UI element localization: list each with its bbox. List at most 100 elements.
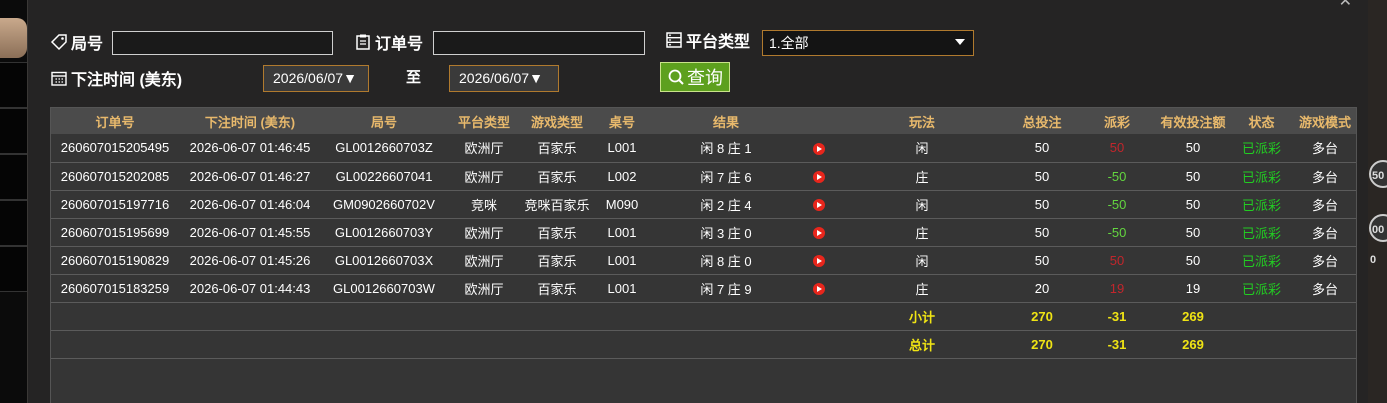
platform-cell: 欧洲厅: [464, 141, 504, 157]
total-payout: -31: [1107, 336, 1127, 352]
clipboard-icon: [356, 34, 370, 50]
bet-cell: 20: [1034, 280, 1050, 296]
game-mode-cell: 多台: [1311, 253, 1338, 269]
round-input[interactable]: [112, 31, 333, 55]
round-cell: GM0902660702V: [333, 196, 435, 212]
table-no-cell: L001: [607, 252, 637, 268]
platform-cell: 竞咪: [470, 197, 497, 213]
status-cell: 已派彩: [1241, 253, 1281, 269]
order-cell: 260607015205495: [60, 140, 170, 156]
background-tab: [0, 154, 27, 200]
play-cell: 闲: [915, 141, 929, 157]
result-cell: 闲 8 庄 0: [700, 253, 752, 269]
platform-cell: 欧洲厅: [464, 225, 504, 241]
replay-cell: [801, 218, 837, 246]
bet-records-table: 订单号 下注时间 (美东) 局号 平台类型 游戏类型 桌号 结果 玩法 总投注 …: [50, 107, 1357, 403]
payout-cell: 50: [1109, 252, 1125, 268]
game-mode-cell: 多台: [1311, 225, 1338, 241]
table-no-cell: L001: [607, 280, 637, 296]
valid-bet-cell: 50: [1185, 140, 1201, 156]
round-label-text: 局号: [71, 36, 104, 53]
subtotal-row: 小计 270 -31 269: [51, 302, 1356, 330]
platform-cell: 欧洲厅: [464, 253, 504, 269]
subtotal-bet: 270: [1031, 308, 1053, 324]
status-cell: 已派彩: [1241, 141, 1281, 157]
play-icon[interactable]: [813, 283, 825, 296]
play-icon[interactable]: [813, 255, 825, 268]
total-row: 总计 270 -31 269: [51, 330, 1356, 358]
payout-cell: 19: [1109, 280, 1125, 296]
platform-select[interactable]: 1.全部: [762, 30, 974, 56]
round-cell: GL00226607041: [335, 168, 433, 184]
col-header: 游戏模式: [1298, 114, 1351, 130]
play-icon[interactable]: [813, 199, 825, 212]
valid-bet-cell: 50: [1185, 168, 1201, 184]
platform-filter-label: 平台类型: [665, 28, 750, 52]
subtotal-payout: -31: [1107, 308, 1127, 324]
date-from-picker[interactable]: 2026/06/07▼: [263, 65, 369, 92]
date-to-picker[interactable]: 2026/06/07▼: [449, 65, 559, 92]
background-chip: 50: [1369, 160, 1387, 188]
round-cell: GL0012660703Y: [334, 224, 434, 240]
col-header: 派彩: [1103, 114, 1130, 130]
background-wood-edge: [0, 18, 27, 58]
to-label: 至: [406, 69, 422, 86]
order-cell: 260607015190829: [60, 252, 170, 268]
order-cell: 260607015195699: [60, 224, 170, 240]
status-cell: 已派彩: [1241, 281, 1281, 297]
replay-cell: [801, 190, 837, 218]
bet-cell: 50: [1034, 224, 1050, 240]
search-icon: [668, 69, 684, 85]
order-filter-label: 订单号: [354, 30, 423, 54]
bet-cell: 50: [1034, 252, 1050, 268]
result-cell: 闲 3 庄 0: [700, 225, 752, 241]
col-header: 游戏类型: [530, 114, 583, 130]
order-cell: 260607015197716: [60, 196, 170, 212]
table-row: 260607015202085 2026-06-07 01:46:27 GL0022…: [51, 162, 1356, 190]
game-type-cell: 百家乐: [537, 141, 577, 157]
status-cell: 已派彩: [1241, 169, 1281, 185]
table-row: 260607015197716 2026-06-07 01:46:04 GM0902…: [51, 190, 1356, 218]
col-header: 下注时间 (美东): [204, 114, 296, 130]
game-type-cell: 竞咪百家乐: [524, 197, 590, 213]
play-icon[interactable]: [813, 227, 825, 240]
play-icon[interactable]: [813, 171, 825, 184]
background-tab: [0, 62, 27, 108]
time-cell: 2026-06-07 01:45:26: [189, 252, 311, 268]
bet-time-filter-label: 下注时间 (美东): [50, 66, 182, 90]
round-cell: GL0012660703Z: [335, 140, 433, 156]
play-cell: 闲: [915, 197, 929, 213]
time-cell: 2026-06-07 01:46:45: [189, 140, 311, 156]
bet-cell: 50: [1034, 196, 1050, 212]
replay-cell: [801, 274, 837, 302]
result-cell: 闲 8 庄 1: [700, 141, 752, 157]
order-label-text: 订单号: [375, 36, 424, 53]
time-cell: 2026-06-07 01:46:27: [189, 168, 311, 184]
col-header: 桌号: [608, 114, 635, 130]
table-no-cell: M090: [605, 196, 639, 212]
payout-cell: 50: [1109, 140, 1125, 156]
background-tab: [0, 108, 27, 154]
background-right-panel: 50 00 0: [1367, 0, 1387, 403]
calendar-icon: [51, 71, 67, 86]
game-mode-cell: 多台: [1311, 141, 1338, 157]
close-icon[interactable]: ✕: [1339, 0, 1352, 11]
query-button-label: 查询: [687, 68, 723, 88]
round-cell: GL0012660703X: [334, 252, 434, 268]
col-header: 结果: [712, 114, 739, 130]
col-header: 玩法: [908, 114, 935, 130]
platform-cell: 欧洲厅: [464, 169, 504, 185]
col-header: 总投注: [1022, 114, 1062, 130]
order-input[interactable]: [433, 31, 645, 55]
replay-cell: [801, 134, 837, 162]
round-cell: GL0012660703W: [333, 280, 435, 296]
play-icon[interactable]: [813, 142, 825, 155]
tag-icon: [50, 34, 67, 51]
order-cell: 260607015202085: [60, 168, 170, 184]
table-row: 260607015190829 2026-06-07 01:45:26 GL0012…: [51, 246, 1356, 274]
bet-history-dialog: ✕ 局号 订单号 平台类型 1.全部 下注时间 (美东) 2026/06/07▼…: [27, 0, 1368, 403]
query-button[interactable]: 查询: [660, 62, 730, 92]
background-tab: [0, 246, 27, 292]
valid-bet-cell: 50: [1185, 196, 1201, 212]
platform-label-text: 平台类型: [686, 34, 751, 51]
